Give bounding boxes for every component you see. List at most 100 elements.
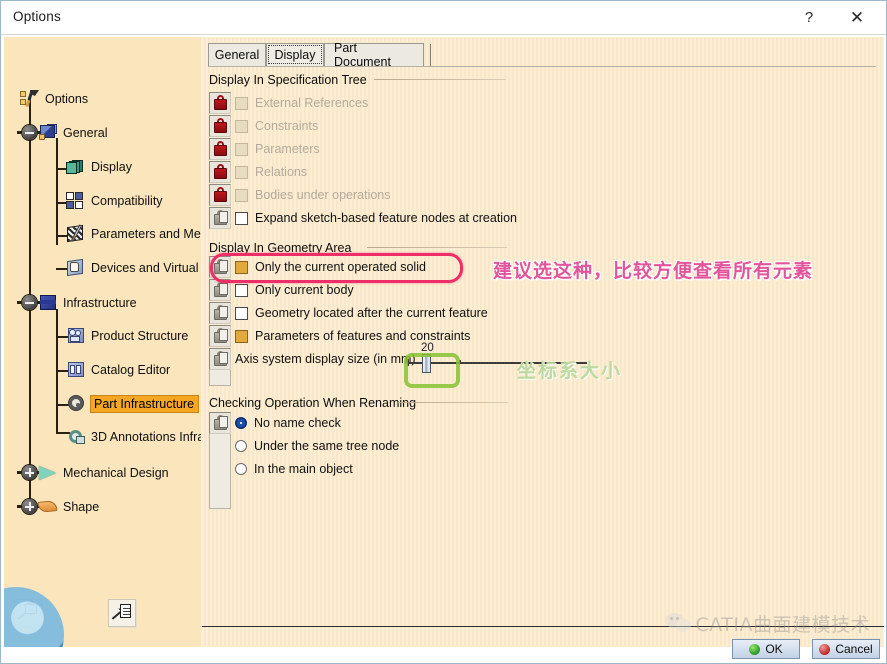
axis-size-slider[interactable]: 20 — [407, 342, 499, 374]
shape-wave-icon — [37, 498, 58, 516]
option-label: Geometry located after the current featu… — [255, 306, 488, 320]
checkbox[interactable] — [235, 188, 248, 202]
options-tree-panel[interactable]: Options General Display Compatibility Pa… — [4, 37, 202, 647]
lock-button-axis-system-display-size[interactable] — [209, 348, 231, 370]
option-label: Relations — [255, 165, 308, 179]
tree-expander-infrastructure[interactable] — [17, 295, 42, 310]
tree-expander-shape[interactable] — [17, 499, 42, 514]
group-title-checking-operation: Checking Operation When Renaming — [209, 396, 417, 410]
tab-display[interactable]: Display — [266, 43, 324, 66]
option-label: Constraints — [255, 119, 319, 133]
lock-button-constraints[interactable] — [209, 115, 231, 137]
close-button[interactable]: ✕ — [834, 1, 880, 34]
lock-button-parameters[interactable] — [209, 138, 231, 160]
footer-divider — [202, 626, 884, 627]
checkbox[interactable] — [235, 283, 248, 297]
general-monitor-icon — [38, 124, 58, 142]
group-rule — [398, 402, 508, 403]
radio-under-the-same-tree-node[interactable]: Under the same tree node — [235, 435, 399, 457]
tree-item-label: General — [63, 126, 108, 140]
lock-button-bodies-under-operations[interactable] — [209, 184, 231, 206]
group-rule — [374, 79, 506, 80]
slider-thumb[interactable] — [422, 354, 431, 373]
option-only-the-current-operated-solid[interactable]: Only the current operated solid — [235, 256, 426, 278]
option-geometry-located-after-the-current-feature[interactable]: Geometry located after the current featu… — [235, 302, 488, 324]
tree-item-label: 3D Annotations Infrastru — [91, 430, 201, 444]
cancel-button[interactable]: Cancel — [812, 639, 880, 659]
tab-part-document[interactable]: Part Document — [324, 41, 424, 69]
tab-bar: General Display Part Document — [208, 41, 876, 69]
tree-item-display[interactable]: Display — [66, 155, 132, 179]
options-icon — [20, 89, 40, 108]
tree-item-product-structure[interactable]: Product Structure — [66, 324, 188, 348]
tab-general[interactable]: General — [208, 43, 266, 66]
infrastructure-block-icon — [38, 294, 58, 312]
tree-item-general[interactable]: General — [38, 121, 107, 145]
option-only-current-body[interactable]: Only current body — [235, 279, 354, 301]
axis-size-note: 坐标系大小 — [517, 360, 623, 382]
tree-item-3d-annotations-infrastructure[interactable]: 3D Annotations Infrastru — [66, 425, 201, 449]
lock-button-only-current-operated-solid[interactable] — [209, 256, 231, 278]
checkbox[interactable] — [235, 211, 248, 225]
tree-item-part-infrastructure[interactable]: Part Infrastructure — [66, 392, 200, 416]
lock-rail — [209, 370, 231, 386]
lock-button-parameters-of-features[interactable] — [209, 325, 231, 347]
option-relations[interactable]: Relations — [235, 161, 307, 183]
lock-button-geometry-after-current-feature[interactable] — [209, 302, 231, 324]
radio-in-the-main-object[interactable]: In the main object — [235, 458, 353, 480]
annotations-gear-icon — [66, 428, 86, 446]
tree-item-infrastructure[interactable]: Infrastructure — [38, 291, 137, 315]
radio-button[interactable] — [235, 440, 247, 452]
tree-item-catalog-editor[interactable]: Catalog Editor — [66, 358, 170, 382]
options-content-panel: General Display Part Document Display In… — [202, 37, 884, 647]
checkbox[interactable] — [235, 96, 248, 110]
option-expand-sketch-based-feature-nodes[interactable]: Expand sketch-based feature nodes at cre… — [235, 207, 517, 229]
option-external-references[interactable]: External References — [235, 92, 368, 114]
checkbox[interactable] — [235, 165, 248, 179]
tree-item-mechanical-design[interactable]: Mechanical Design — [38, 461, 169, 485]
tree-item-label: Devices and Virtual Reali — [91, 261, 201, 275]
lock-button-external-references[interactable] — [209, 92, 231, 114]
slider-value: 20 — [421, 342, 434, 354]
slider-track[interactable] — [407, 362, 499, 364]
checkbox[interactable] — [235, 306, 248, 320]
checkbox[interactable] — [235, 119, 248, 133]
document-reset-button[interactable] — [108, 599, 136, 627]
option-parameters[interactable]: Parameters — [235, 138, 320, 160]
ok-button[interactable]: OK — [732, 639, 800, 659]
option-label: Bodies under operations — [255, 188, 391, 202]
lock-button-expand-sketch-nodes[interactable] — [209, 207, 231, 229]
tree-item-options[interactable]: Options — [20, 87, 88, 111]
checkbox[interactable] — [235, 260, 248, 274]
lock-button-relations[interactable] — [209, 161, 231, 183]
devices-vr-icon — [66, 258, 86, 277]
help-button[interactable]: ? — [786, 1, 832, 34]
tree-expander-general[interactable] — [17, 125, 42, 140]
tree-item-label: Product Structure — [91, 329, 189, 343]
tree-item-label: Mechanical Design — [63, 466, 169, 480]
tree-item-parameters-and-measure[interactable]: Parameters and Measure — [66, 222, 201, 246]
lock-button-only-current-body[interactable] — [209, 279, 231, 301]
checkbox[interactable] — [235, 329, 248, 343]
tree-item-shape[interactable]: Shape — [37, 495, 100, 519]
option-label: Only current body — [255, 283, 354, 297]
lock-button-checking-operation[interactable] — [209, 412, 231, 434]
checkbox[interactable] — [235, 142, 248, 156]
catalog-editor-icon — [66, 361, 86, 379]
parameters-measure-icon — [66, 224, 86, 243]
slider-label: Axis system display size (in mm) — [235, 352, 416, 366]
tree-expander-mechanical-design[interactable] — [17, 465, 42, 480]
lock-rail — [209, 434, 231, 509]
tree-item-label: Shape — [63, 500, 100, 514]
radio-button[interactable] — [235, 417, 247, 429]
option-label: External References — [255, 96, 369, 110]
option-bodies-under-operations[interactable]: Bodies under operations — [235, 184, 391, 206]
radio-no-name-check[interactable]: No name check — [235, 412, 341, 434]
tree-item-compatibility[interactable]: Compatibility — [66, 189, 163, 213]
option-constraints[interactable]: Constraints — [235, 115, 318, 137]
mechanical-design-arrow-icon — [38, 464, 58, 482]
tab-underline — [208, 66, 876, 67]
tree-item-devices-and-virtual-reality[interactable]: Devices and Virtual Reali — [66, 256, 201, 280]
radio-button[interactable] — [235, 463, 247, 475]
radio-label: In the main object — [254, 462, 353, 476]
